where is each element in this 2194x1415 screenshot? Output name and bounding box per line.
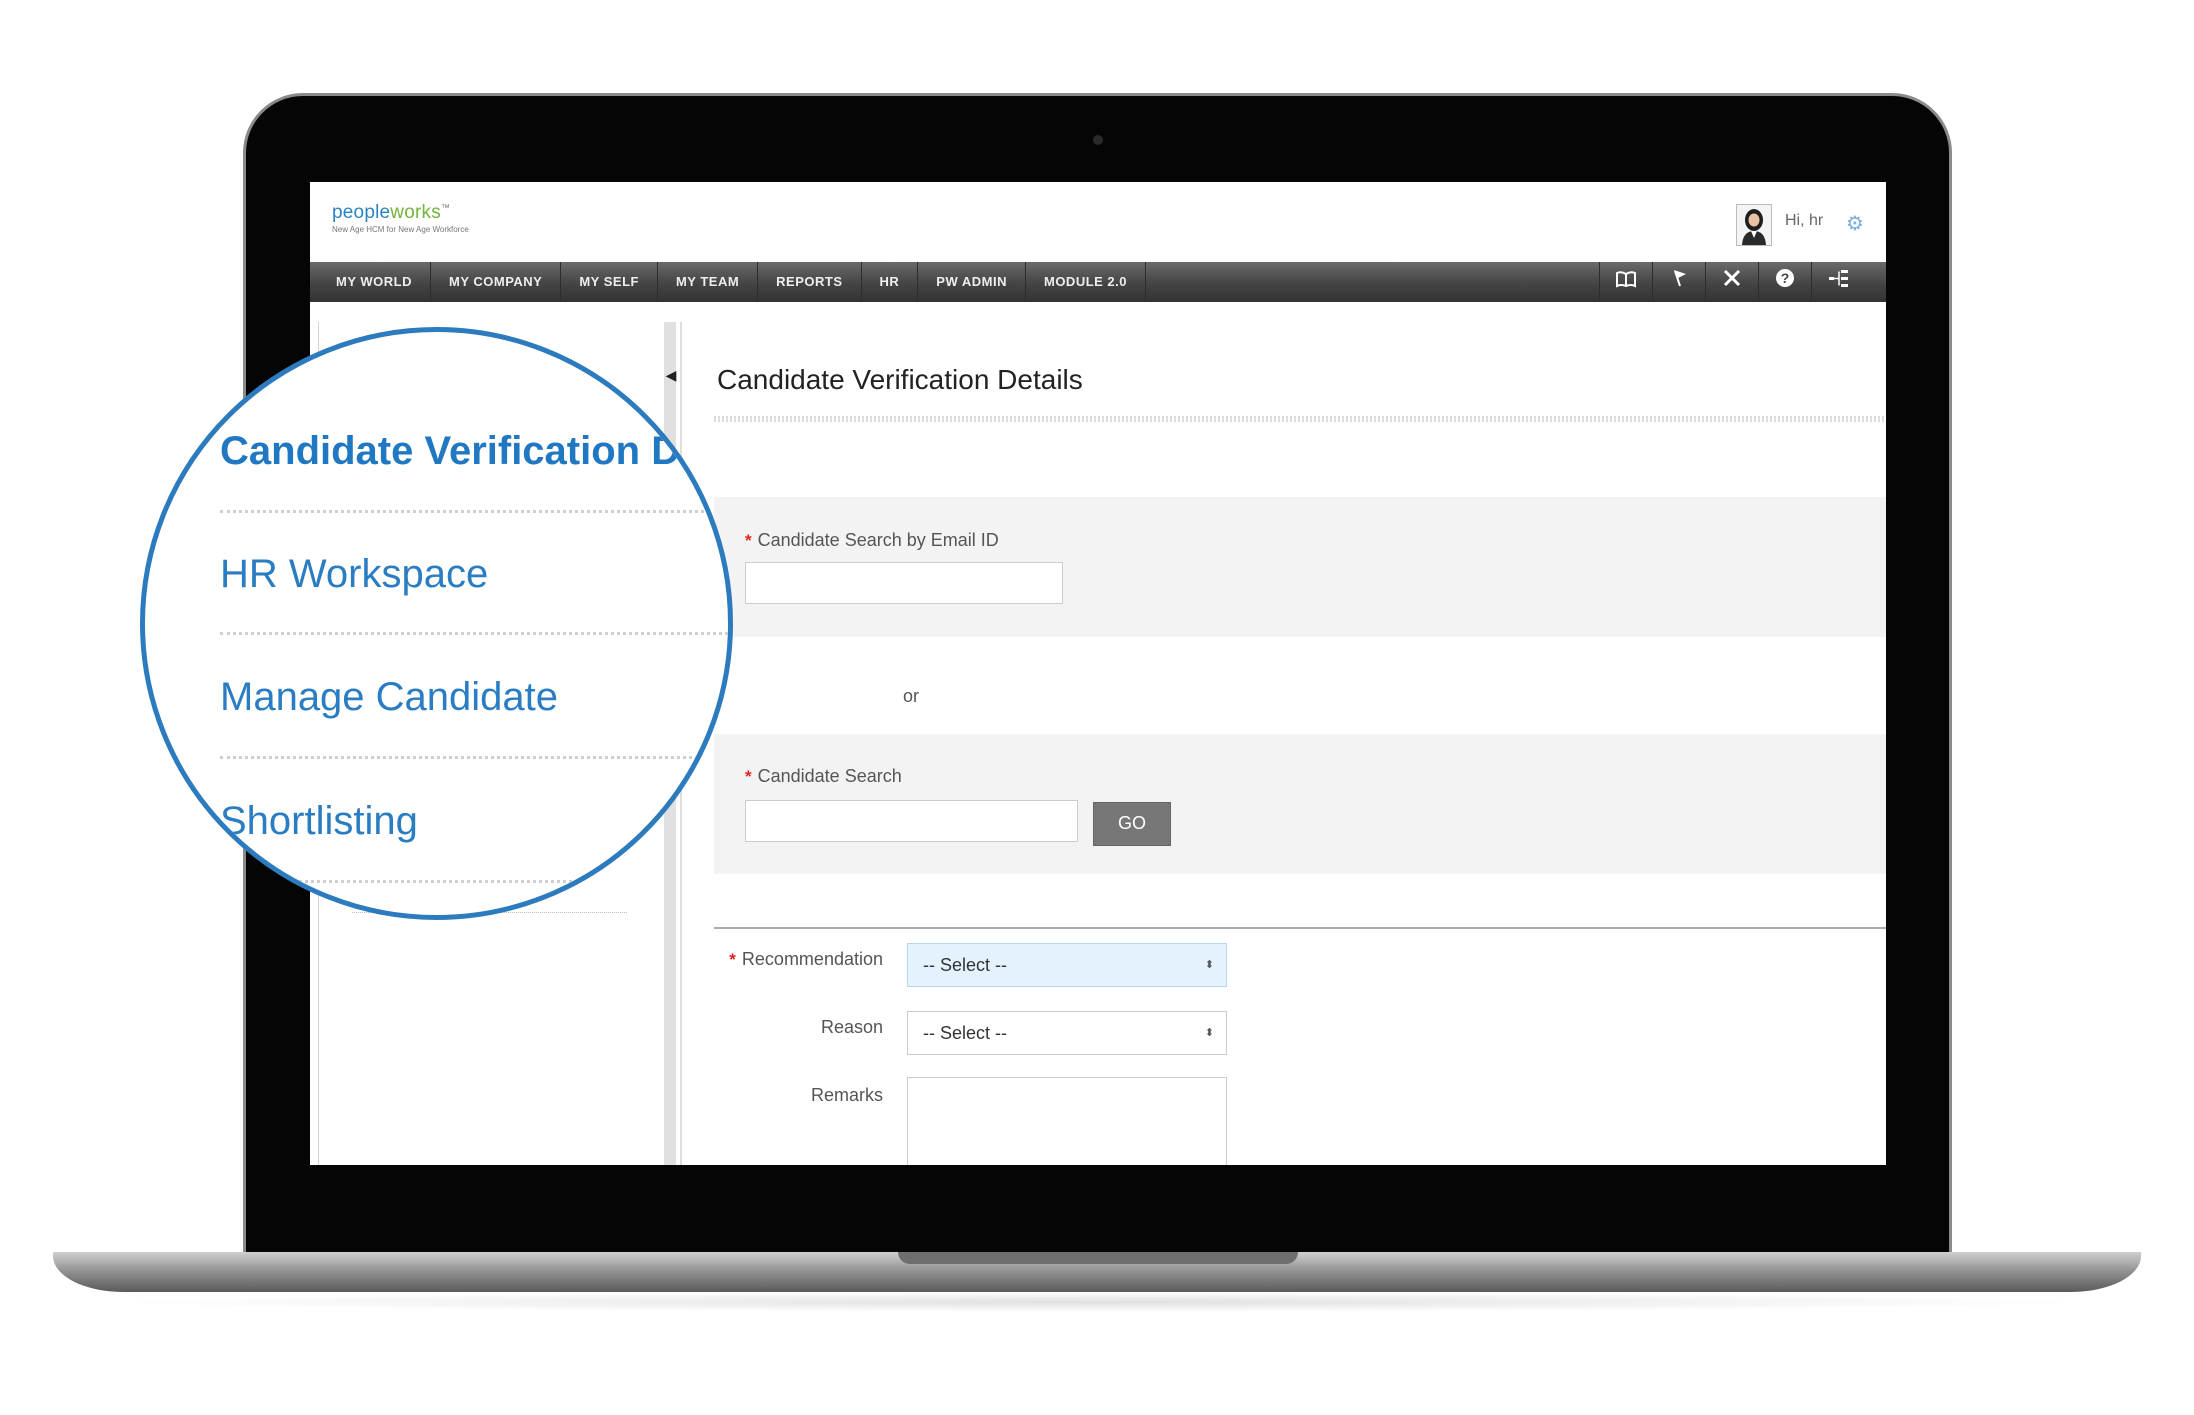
recommendation-select[interactable]: -- Select -- ⬍ xyxy=(907,943,1227,987)
sitemap-icon-svg xyxy=(1829,270,1848,287)
logo-tagline: New Age HCM for New Age Workforce xyxy=(332,225,469,234)
nav-item-my-self[interactable]: MY SELF xyxy=(561,262,658,302)
collapse-sidebar-icon[interactable]: ◀ xyxy=(665,367,677,384)
nav-item-hr[interactable]: HR xyxy=(862,262,919,302)
sidebar-item-separator xyxy=(220,510,728,513)
select-arrows-icon: ⬍ xyxy=(1204,1027,1214,1039)
nav-item-my-company[interactable]: MY COMPANY xyxy=(431,262,562,302)
sidebar-item-hr-workspace[interactable]: HR Workspace xyxy=(220,552,488,597)
sidebar-item-separator xyxy=(220,880,728,883)
nav-menu: MY WORLD MY COMPANY MY SELF MY TEAM REPORTS H… xyxy=(318,262,1146,302)
nav-item-pw-admin[interactable]: PW ADMIN xyxy=(918,262,1026,302)
candidate-search-input[interactable] xyxy=(745,800,1078,842)
help-icon[interactable]: ? xyxy=(1758,262,1811,302)
sitemap-icon[interactable] xyxy=(1811,262,1864,302)
recommendation-value: -- Select -- xyxy=(923,955,1008,975)
flag-icon[interactable] xyxy=(1652,262,1705,302)
sidebar-magnifier: Candidate Verification D HR Workspace Ma… xyxy=(140,327,733,920)
nav-item-my-team[interactable]: MY TEAM xyxy=(658,262,759,302)
logo-part-2: ople xyxy=(353,202,391,223)
flag-icon-svg xyxy=(1674,270,1686,287)
required-marker: * xyxy=(745,531,752,550)
main-navbar: MY WORLD MY COMPANY MY SELF MY TEAM REPORTS H… xyxy=(310,262,1886,302)
email-search-input[interactable] xyxy=(745,562,1063,604)
nav-item-my-world[interactable]: MY WORLD xyxy=(318,262,431,302)
recommendation-label-text: Recommendation xyxy=(741,949,883,969)
logo-part-1: pe xyxy=(332,202,354,223)
gear-icon[interactable]: ⚙ xyxy=(1846,211,1864,236)
logo-wordmark: peopleworks™ xyxy=(332,202,469,224)
recommendation-label: * Recommendation xyxy=(683,949,883,970)
sidebar-item-manage-candidate[interactable]: Manage Candidate xyxy=(220,675,558,720)
app-header: peopleworks™ New Age HCM for New Age Wor… xyxy=(310,182,1886,262)
title-divider xyxy=(714,416,1886,422)
help-icon-svg: ? xyxy=(1776,269,1794,287)
sidebar-item-candidate-verification[interactable]: Candidate Verification D xyxy=(220,429,680,474)
go-button[interactable]: GO xyxy=(1093,802,1171,846)
reason-value: -- Select -- xyxy=(923,1023,1008,1043)
email-search-label: * Candidate Search by Email ID xyxy=(745,530,999,551)
peopleworks-logo[interactable]: peopleworks™ New Age HCM for New Age Wor… xyxy=(332,202,469,234)
remarks-label: Remarks xyxy=(810,1085,883,1105)
nav-item-module-2-0[interactable]: MODULE 2.0 xyxy=(1026,262,1146,302)
tools-icon-svg xyxy=(1723,269,1741,287)
nav-item-reports[interactable]: REPORTS xyxy=(758,262,862,302)
nav-toolbar: ? xyxy=(1599,262,1864,302)
user-avatar[interactable] xyxy=(1736,204,1772,246)
remarks-textarea[interactable] xyxy=(907,1077,1227,1165)
svg-text:?: ? xyxy=(1781,270,1790,286)
candidate-search-label-text: Candidate Search xyxy=(757,766,902,786)
required-marker: * xyxy=(729,950,736,969)
tools-icon[interactable] xyxy=(1705,262,1758,302)
or-separator: or xyxy=(903,686,920,706)
sidebar-item-separator xyxy=(220,632,728,635)
webcam xyxy=(1093,135,1103,145)
candidate-search-label: * Candidate Search xyxy=(745,766,902,787)
logo-part-3: works xyxy=(390,202,441,223)
page-title: Candidate Verification Details xyxy=(717,364,1083,395)
select-arrows-icon: ⬍ xyxy=(1204,959,1214,971)
required-marker: * xyxy=(745,767,752,786)
avatar-icon xyxy=(1737,205,1771,245)
logo-trademark: ™ xyxy=(440,202,451,213)
book-icon-svg xyxy=(1616,271,1636,288)
book-icon[interactable] xyxy=(1599,262,1652,302)
reason-label: Reason xyxy=(820,1017,883,1037)
laptop-shadow xyxy=(100,1292,2100,1312)
reason-select[interactable]: -- Select -- ⬍ xyxy=(907,1011,1227,1055)
form-divider xyxy=(714,927,1886,929)
email-search-label-text: Candidate Search by Email ID xyxy=(757,530,999,550)
sidebar-item-shortlisting[interactable]: Shortlisting xyxy=(220,799,418,844)
laptop-notch xyxy=(898,1252,1298,1264)
user-greeting: Hi, hr xyxy=(1785,212,1824,229)
sidebar-item-separator xyxy=(220,756,728,759)
